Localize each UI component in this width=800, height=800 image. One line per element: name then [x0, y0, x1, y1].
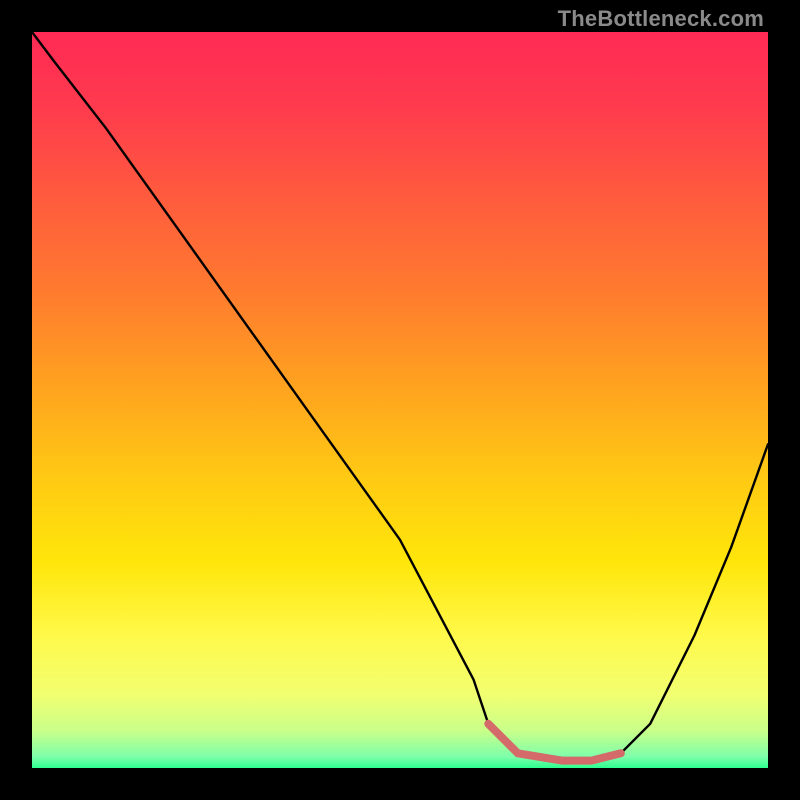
background-gradient: [32, 32, 768, 768]
chart-frame: TheBottleneck.com: [0, 0, 800, 800]
watermark-text: TheBottleneck.com: [558, 6, 764, 32]
plot-area: [32, 32, 768, 768]
